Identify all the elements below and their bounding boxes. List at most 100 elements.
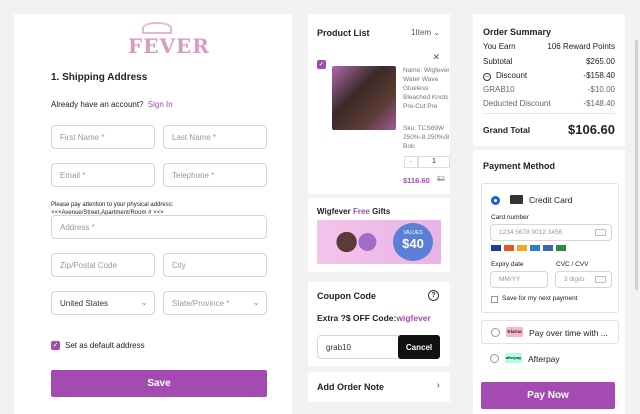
code-label: GRAB10 bbox=[483, 85, 515, 94]
scrollbar[interactable] bbox=[635, 40, 638, 290]
free-gifts-panel: Wigfever Free Gifts VALUES $40 bbox=[308, 198, 450, 272]
first-name-input[interactable]: First Name * bbox=[51, 125, 155, 149]
value-badge-amount: $40 bbox=[402, 236, 424, 251]
cvc-input[interactable]: 3 digits bbox=[555, 271, 612, 288]
coupon-panel: Coupon Code ? Extra ?$ OFF Code:wigfever… bbox=[308, 282, 450, 366]
default-address-label: Set as default address bbox=[65, 341, 145, 350]
subtotal-label: Subtotal bbox=[483, 57, 513, 66]
mastercard-icon bbox=[504, 245, 514, 251]
payment-panel: Payment Method Credit Card Card number 1… bbox=[473, 150, 625, 414]
product-price: $116.60 bbox=[403, 176, 430, 185]
account-prompt: Already have an account? bbox=[51, 100, 144, 109]
grand-total-row: Grand Total $106.60 bbox=[483, 122, 615, 137]
product-count-toggle[interactable]: 1Item ⌄ bbox=[411, 28, 440, 37]
save-card-checkbox[interactable] bbox=[491, 296, 498, 303]
product-sku: Sku: TCS69W 250%-8 250%/8 Bob bbox=[403, 125, 450, 150]
code-value: -$10.00 bbox=[587, 85, 615, 94]
brand-logo[interactable]: FEVER bbox=[124, 22, 209, 58]
klarna-option[interactable]: Klarna Pay over time with ... bbox=[481, 320, 619, 344]
zip-input[interactable]: Zip/Postal Code bbox=[51, 253, 155, 277]
qty-minus-button[interactable]: - bbox=[404, 156, 418, 168]
deducted-value: -$148.40 bbox=[583, 99, 615, 108]
cancel-coupon-button[interactable]: Cancel bbox=[398, 335, 440, 359]
summary-title: Order Summary bbox=[483, 27, 552, 37]
subtotal-row: Subtotal $265.00 bbox=[483, 57, 615, 66]
credit-card-icon bbox=[510, 195, 523, 204]
card-number-input[interactable]: 1234 5678 9012 3456 bbox=[490, 224, 612, 241]
visa-icon bbox=[491, 245, 501, 251]
deducted-label: Deducted Discount bbox=[483, 99, 551, 108]
last-name-input[interactable]: Last Name * bbox=[163, 125, 267, 149]
cvc-card-icon bbox=[595, 276, 606, 283]
card-chip-icon bbox=[595, 229, 606, 236]
coupon-promo-code: wigfever bbox=[396, 313, 431, 323]
free-gifts-banner[interactable]: VALUES $40 bbox=[317, 220, 441, 264]
deducted-row: Deducted Discount -$148.40 bbox=[483, 99, 615, 108]
gifts-title-prefix: Wigfever bbox=[317, 207, 353, 216]
sign-in-link[interactable]: Sign In bbox=[148, 100, 173, 109]
klarna-radio[interactable] bbox=[491, 328, 500, 337]
product-old-price: $2 bbox=[437, 176, 445, 183]
minus-circle-icon: – bbox=[483, 73, 491, 81]
discover-icon bbox=[517, 245, 527, 251]
save-card-label: Save for my next payment bbox=[502, 295, 578, 302]
expiry-input[interactable]: MM/YY bbox=[490, 271, 548, 288]
shipping-panel: FEVER 1. Shipping Address Already have a… bbox=[14, 14, 292, 414]
product-checkbox[interactable]: ✓ bbox=[317, 60, 326, 69]
discount-value: -$158.40 bbox=[583, 71, 615, 80]
state-placeholder: State/Province * bbox=[172, 298, 230, 308]
gifts-title-highlight: Free bbox=[352, 207, 370, 216]
subtotal-value: $265.00 bbox=[586, 57, 615, 66]
credit-card-option[interactable]: Credit Card Card number 1234 5678 9012 3… bbox=[481, 183, 619, 313]
reward-row: You Earn 106 Reward Points bbox=[483, 42, 615, 51]
cvc-placeholder: 3 digits bbox=[564, 276, 585, 283]
save-button[interactable]: Save bbox=[51, 370, 267, 397]
pay-now-button[interactable]: Pay Now bbox=[481, 382, 615, 409]
code-row: GRAB10 -$10.00 bbox=[483, 85, 615, 94]
afterpay-badge: afterpay bbox=[505, 353, 522, 363]
close-icon[interactable]: ✕ bbox=[432, 52, 440, 63]
shipping-title: 1. Shipping Address bbox=[51, 72, 148, 83]
klarna-label: Pay over time with ... bbox=[529, 328, 608, 338]
order-note-panel[interactable]: Add Order Note › bbox=[308, 372, 450, 402]
value-badge: VALUES $40 bbox=[393, 223, 433, 261]
discount-row[interactable]: – Discount -$158.40 bbox=[483, 71, 615, 81]
logo-ribbon-icon bbox=[142, 22, 172, 34]
coupon-title: Coupon Code bbox=[317, 291, 376, 301]
afterpay-radio[interactable] bbox=[490, 354, 499, 363]
coupon-promo: Extra ?$ OFF Code:wigfever bbox=[317, 313, 431, 323]
you-earn-label: You Earn bbox=[483, 42, 516, 51]
expiry-label: Expiry date bbox=[491, 261, 524, 268]
help-icon[interactable]: ? bbox=[428, 290, 439, 301]
telephone-input[interactable]: Telephone * bbox=[163, 163, 267, 187]
chevron-right-icon: › bbox=[436, 380, 440, 391]
jcb-icon bbox=[556, 245, 566, 251]
state-select[interactable]: State/Province * bbox=[163, 291, 267, 315]
coupon-input[interactable]: grab10 bbox=[317, 335, 401, 359]
product-list-title: Product List bbox=[317, 28, 370, 38]
country-value: United States bbox=[60, 298, 109, 308]
product-image[interactable] bbox=[332, 66, 396, 130]
amex-icon bbox=[530, 245, 540, 251]
default-address-checkbox[interactable]: ✓ bbox=[51, 341, 60, 350]
payment-title: Payment Method bbox=[483, 161, 556, 171]
email-input[interactable]: Email * bbox=[51, 163, 155, 187]
qty-value[interactable]: 1 bbox=[418, 156, 450, 168]
card-brands bbox=[491, 245, 566, 251]
city-input[interactable]: City bbox=[163, 253, 267, 277]
account-prompt-row: Already have an account? Sign In bbox=[51, 100, 173, 109]
country-select[interactable]: United States bbox=[51, 291, 155, 315]
order-note-title: Add Order Note bbox=[317, 382, 385, 392]
gift-items-image bbox=[331, 226, 383, 258]
product-count: 1Item bbox=[411, 28, 432, 37]
afterpay-option[interactable]: afterpay Afterpay bbox=[481, 348, 619, 372]
address-input[interactable]: Address * bbox=[51, 215, 267, 239]
free-gifts-title: Wigfever Free Gifts bbox=[317, 207, 390, 216]
product-name: Name: Wigfever Water Wave Glueless Bleac… bbox=[403, 67, 450, 110]
cvc-label: CVC / CVV bbox=[556, 261, 589, 268]
credit-card-radio[interactable] bbox=[491, 196, 500, 205]
summary-divider bbox=[483, 113, 615, 114]
grand-total-label: Grand Total bbox=[483, 124, 531, 135]
diners-icon bbox=[543, 245, 553, 251]
credit-card-label: Credit Card bbox=[529, 195, 573, 205]
